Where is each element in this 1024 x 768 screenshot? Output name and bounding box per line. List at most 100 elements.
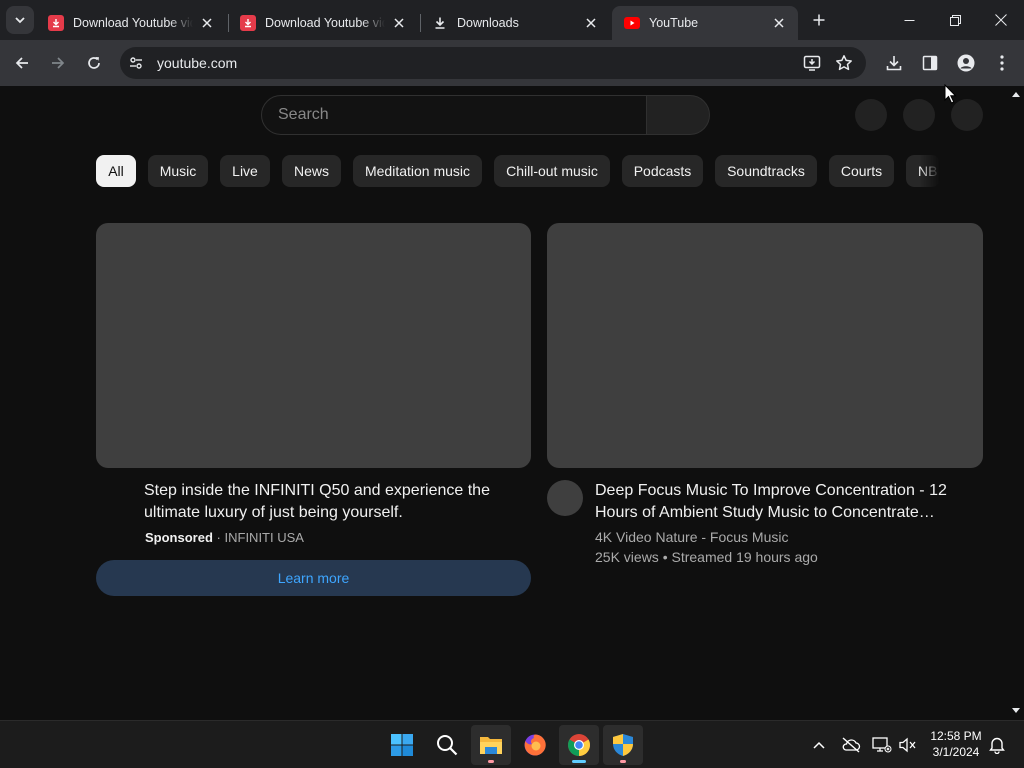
close-icon[interactable] xyxy=(582,14,600,32)
search-button[interactable] xyxy=(646,95,710,135)
tab-title: Download Youtube vid xyxy=(265,16,385,30)
chip-podcasts[interactable]: Podcasts xyxy=(622,155,703,187)
onedrive-tray-button[interactable] xyxy=(839,733,863,757)
close-icon[interactable] xyxy=(390,14,408,32)
restore-icon xyxy=(949,14,961,26)
channel-avatar[interactable] xyxy=(547,480,583,516)
network-tray-button[interactable] xyxy=(870,733,894,757)
notifications-button-placeholder[interactable] xyxy=(903,99,935,131)
running-indicator xyxy=(620,760,626,763)
clock-date: 3/1/2024 xyxy=(932,745,980,759)
scroll-down-arrow-icon[interactable] xyxy=(1012,708,1020,713)
close-icon xyxy=(995,14,1007,26)
search-button[interactable] xyxy=(427,725,467,765)
site-info-button[interactable] xyxy=(122,49,150,77)
tab-bar: Download Youtube vid Download Youtube vi… xyxy=(0,0,1024,40)
reload-icon xyxy=(88,57,100,69)
side-panel-button[interactable] xyxy=(916,49,944,77)
show-hidden-icons-button[interactable] xyxy=(807,733,831,757)
page-scrollbar[interactable] xyxy=(1008,86,1024,720)
minimize-icon xyxy=(904,19,914,21)
person-icon xyxy=(957,54,975,72)
video-thumbnail[interactable] xyxy=(547,223,983,468)
search-input[interactable]: Search xyxy=(261,95,647,135)
chip-meditation-music[interactable]: Meditation music xyxy=(353,155,482,187)
download-app-icon xyxy=(240,15,256,31)
forward-button[interactable] xyxy=(44,49,72,77)
sponsored-label: Sponsored xyxy=(145,530,213,545)
tab-youtube[interactable]: YouTube xyxy=(612,6,798,40)
chrome-button[interactable] xyxy=(559,725,599,765)
chip-nb[interactable]: NB xyxy=(906,155,940,187)
install-app-icon xyxy=(803,55,821,71)
folder-icon xyxy=(480,737,502,754)
side-panel-icon xyxy=(922,55,938,71)
chip-chill-out-music[interactable]: Chill-out music xyxy=(494,155,610,187)
youtube-page: Search All Music Live News Meditation mu… xyxy=(0,86,1024,720)
volume-tray-button[interactable] xyxy=(896,733,920,757)
security-shield-button[interactable] xyxy=(603,725,643,765)
channel-name[interactable]: 4K Video Nature - Focus Music xyxy=(595,529,789,545)
windows-taskbar xyxy=(0,720,1024,768)
chip-all[interactable]: All xyxy=(96,155,136,187)
windows-logo-icon xyxy=(391,734,413,756)
ad-thumbnail[interactable] xyxy=(96,223,531,468)
ad-title[interactable]: Step inside the INFINITI Q50 and experie… xyxy=(144,480,524,524)
system-clock[interactable]: 12:58 PM 3/1/2024 xyxy=(922,728,990,760)
file-explorer-button[interactable] xyxy=(471,725,511,765)
new-tab-button[interactable] xyxy=(808,9,830,31)
reload-button[interactable] xyxy=(80,49,108,77)
cloud-off-icon xyxy=(842,737,861,753)
tab-search-button[interactable] xyxy=(6,6,34,34)
tab-title: Download Youtube vid xyxy=(73,16,193,30)
chevron-down-icon xyxy=(15,17,25,24)
chip-soundtracks[interactable]: Soundtracks xyxy=(715,155,817,187)
url-text[interactable]: youtube.com xyxy=(157,55,237,71)
tab-downloads[interactable]: Downloads xyxy=(420,6,610,40)
scroll-up-arrow-icon[interactable] xyxy=(1012,92,1020,97)
menu-button[interactable] xyxy=(988,49,1016,77)
ad-meta: Sponsored · INFINITI USA xyxy=(145,530,304,545)
learn-more-button[interactable]: Learn more xyxy=(96,560,531,596)
bell-icon xyxy=(989,737,1005,754)
chrome-icon xyxy=(568,734,590,756)
close-icon[interactable] xyxy=(198,14,216,32)
plus-icon xyxy=(813,14,825,26)
firefox-button[interactable] xyxy=(515,725,555,765)
advertiser-name[interactable]: INFINITI USA xyxy=(225,530,304,545)
close-icon[interactable] xyxy=(770,14,788,32)
firefox-icon xyxy=(524,734,546,756)
tab-download-1[interactable]: Download Youtube vid xyxy=(36,6,226,40)
back-button[interactable] xyxy=(8,49,36,77)
tab-download-2[interactable]: Download Youtube vid xyxy=(228,6,418,40)
chip-music[interactable]: Music xyxy=(148,155,208,187)
youtube-icon xyxy=(624,15,640,31)
download-app-icon xyxy=(48,15,64,31)
download-arrow-icon xyxy=(432,15,448,31)
tab-title: Downloads xyxy=(457,16,519,30)
chip-news[interactable]: News xyxy=(282,155,341,187)
search-icon xyxy=(437,735,458,756)
downloads-button[interactable] xyxy=(880,49,908,77)
video-title[interactable]: Deep Focus Music To Improve Concentratio… xyxy=(595,480,970,524)
download-icon xyxy=(886,56,902,71)
network-icon xyxy=(872,737,892,753)
chip-live[interactable]: Live xyxy=(220,155,270,187)
video-stats: 25K views • Streamed 19 hours ago xyxy=(595,549,818,565)
minimize-button[interactable] xyxy=(886,0,932,40)
install-app-button[interactable] xyxy=(798,49,826,77)
arrow-left-icon xyxy=(15,57,28,69)
bookmark-button[interactable] xyxy=(830,49,858,77)
chip-courts[interactable]: Courts xyxy=(829,155,894,187)
speaker-muted-icon xyxy=(899,737,916,753)
running-indicator xyxy=(488,760,494,763)
profile-button[interactable] xyxy=(952,49,980,77)
restore-button[interactable] xyxy=(932,0,978,40)
chevron-up-icon xyxy=(813,741,825,749)
tune-icon xyxy=(130,57,142,69)
window-close-button[interactable] xyxy=(978,0,1024,40)
mouse-cursor-icon xyxy=(944,84,957,104)
create-button-placeholder[interactable] xyxy=(855,99,887,131)
start-button[interactable] xyxy=(382,725,422,765)
more-vert-icon xyxy=(1000,55,1004,71)
